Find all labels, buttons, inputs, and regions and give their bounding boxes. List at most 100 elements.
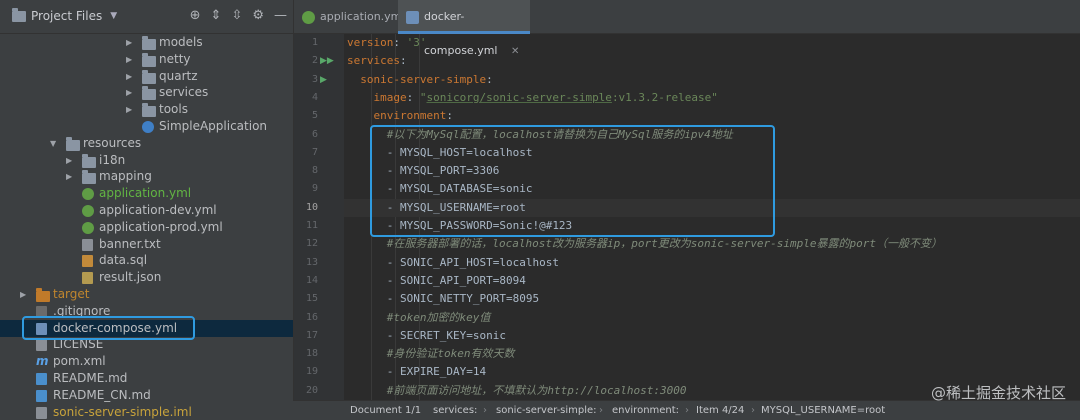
tree-item-label: target [53, 287, 90, 301]
chevron-right-icon[interactable]: ▶ [126, 84, 132, 101]
tree-item[interactable]: m pom.xml [0, 353, 293, 370]
line-number: 1 [311, 37, 318, 48]
line-number: 16 [305, 311, 318, 323]
folder-icon [142, 69, 156, 84]
chevron-right-icon[interactable]: ▶ [20, 286, 26, 303]
tree-item-label: i18n [99, 152, 126, 167]
tree-item-label: result.json [99, 270, 162, 285]
tree-item[interactable]: sonic-server-simple.iml [0, 404, 293, 420]
tree-item[interactable]: SimpleApplication [0, 118, 293, 135]
line-gutter: 1 2 ▶▶ 3 ▶ 4 5 6 7 8 9 10 11 12 13 14 15 16 17 18 19 20 [294, 34, 344, 400]
tree-item-label: mapping [99, 169, 152, 184]
folder-icon [12, 7, 26, 22]
tree-item[interactable]: application-prod.yml [0, 219, 293, 236]
run-icon[interactable]: ▶▶ [320, 52, 334, 70]
folder-icon [82, 153, 96, 168]
line-number: 18 [305, 348, 318, 360]
folder-icon [142, 36, 156, 50]
chevron-down-icon[interactable]: ▼ [50, 135, 56, 152]
code-line: #前端页面访问地址，不填默认为http://localhost:3000 [386, 383, 687, 397]
run-icon[interactable]: ▶ [320, 71, 327, 89]
code-line: #身份验证token有效天数 [386, 347, 515, 361]
line-number: 13 [305, 256, 318, 268]
code-line: - SONIC_API_HOST=localhost [386, 255, 559, 269]
tree-item[interactable]: README_CN.md [0, 387, 293, 404]
tree-item[interactable]: ▶ target [0, 286, 293, 303]
class-file-icon [142, 121, 154, 133]
highlight-box-docker-compose [22, 316, 195, 340]
code-line: - SONIC_API_PORT=8094 [386, 273, 526, 287]
code-line: image: "sonicorg/sonic-server-simple:v1.… [373, 90, 718, 104]
tree-item[interactable]: ▶ i18n [0, 152, 293, 169]
project-panel: Project Files ▼ ⊕ ⇕ ⇳ ⚙ — ▶ models ▶ netty ▶… [0, 0, 293, 420]
code-line: services: [347, 54, 407, 68]
expand-all-icon[interactable]: ⇕ [211, 8, 222, 24]
chevron-right-icon[interactable]: ▶ [126, 34, 132, 51]
tree-item-label: services [159, 85, 209, 100]
tree-item-label: resources [83, 135, 142, 150]
yaml-file-icon [406, 11, 419, 24]
breadcrumb-mysql-username[interactable]: MYSQL_USERNAME=root [761, 401, 885, 420]
tree-item-label: netty [159, 51, 191, 66]
tree-item[interactable]: data.sql [0, 252, 293, 269]
editor-tabs: application.yml docker-compose.yml ✕ [294, 0, 1080, 57]
tree-item-label: sonic-server-simple.iml [53, 404, 192, 419]
tree-item[interactable]: result.json [0, 269, 293, 286]
tree-item[interactable]: application.yml [0, 185, 293, 202]
code-line: #token加密的key值 [386, 310, 491, 324]
tree-item[interactable]: banner.txt [0, 236, 293, 253]
tree-item[interactable]: ▶ netty [0, 51, 293, 68]
gear-icon[interactable]: ⚙ [252, 8, 264, 24]
tree-item[interactable]: ▶ models [0, 34, 293, 51]
code-line: version: '3' [347, 36, 427, 49]
line-number: 9 [311, 183, 318, 195]
tree-item-label: application.yml [99, 186, 192, 201]
line-number: 2 [311, 55, 318, 67]
minimize-icon[interactable]: — [274, 8, 287, 24]
tab-application-yml[interactable]: application.yml [294, 0, 404, 34]
collapse-all-icon[interactable]: ⇳ [231, 8, 242, 24]
chevron-right-icon[interactable]: ▶ [66, 168, 72, 185]
tree-item[interactable]: ▶ services [0, 84, 293, 101]
code-line: - EXPIRE_DAY=14 [386, 365, 487, 379]
code-line: #在服务器部署的话，localhost改为服务器ip，port更改为sonic-… [386, 237, 943, 251]
breadcrumb-sonic-server-simple[interactable]: sonic-server-simple: [496, 401, 597, 420]
breadcrumb-services[interactable]: services: [433, 401, 477, 420]
line-number: 10 [305, 201, 318, 213]
spring-file-icon [82, 205, 94, 217]
tree-item[interactable]: README.md [0, 370, 293, 387]
chevron-right-icon[interactable]: ▶ [126, 101, 132, 118]
txt-file-icon [36, 339, 47, 352]
breadcrumb-document[interactable]: Document 1/1 [350, 401, 421, 420]
tree-item[interactable]: ▶ quartz [0, 68, 293, 85]
tree-item[interactable]: ▶ mapping [0, 168, 293, 185]
line-number: 5 [311, 110, 318, 122]
spring-file-icon [82, 188, 94, 201]
tree-item[interactable]: ▶ tools [0, 101, 293, 118]
tree-item[interactable]: ▼ resources [0, 135, 293, 152]
m-file-icon: m [36, 354, 49, 369]
folder-icon [36, 288, 50, 302]
project-panel-header: Project Files ▼ ⊕ ⇕ ⇳ ⚙ — [0, 0, 293, 34]
line-number: 15 [305, 293, 318, 305]
chevron-down-icon[interactable]: ▼ [110, 11, 117, 21]
txt-file-icon [36, 406, 47, 419]
code-line: - SECRET_KEY=sonic [386, 328, 506, 342]
json-file-icon [82, 272, 93, 285]
folder-icon [142, 103, 156, 118]
line-number: 19 [305, 366, 318, 378]
line-number: 17 [305, 329, 318, 341]
crosshair-icon[interactable]: ⊕ [190, 8, 201, 24]
tree-item[interactable]: application-dev.yml [0, 202, 293, 219]
project-view-selector[interactable]: Project Files ▼ [12, 7, 117, 23]
chevron-right-icon[interactable]: ▶ [126, 51, 132, 68]
chevron-right-icon[interactable]: ▶ [66, 152, 72, 169]
tree-item-label: application-dev.yml [99, 203, 217, 217]
breadcrumb-item[interactable]: Item 4/24 [696, 401, 744, 420]
sql-file-icon [82, 255, 93, 268]
chevron-right-icon[interactable]: ▶ [126, 68, 132, 85]
tree-item-label: README_CN.md [53, 387, 151, 402]
breadcrumb-environment[interactable]: environment: [612, 401, 679, 420]
highlight-box-mysql-config [370, 125, 775, 237]
tab-docker-compose-yml[interactable]: docker-compose.yml ✕ [398, 0, 530, 57]
